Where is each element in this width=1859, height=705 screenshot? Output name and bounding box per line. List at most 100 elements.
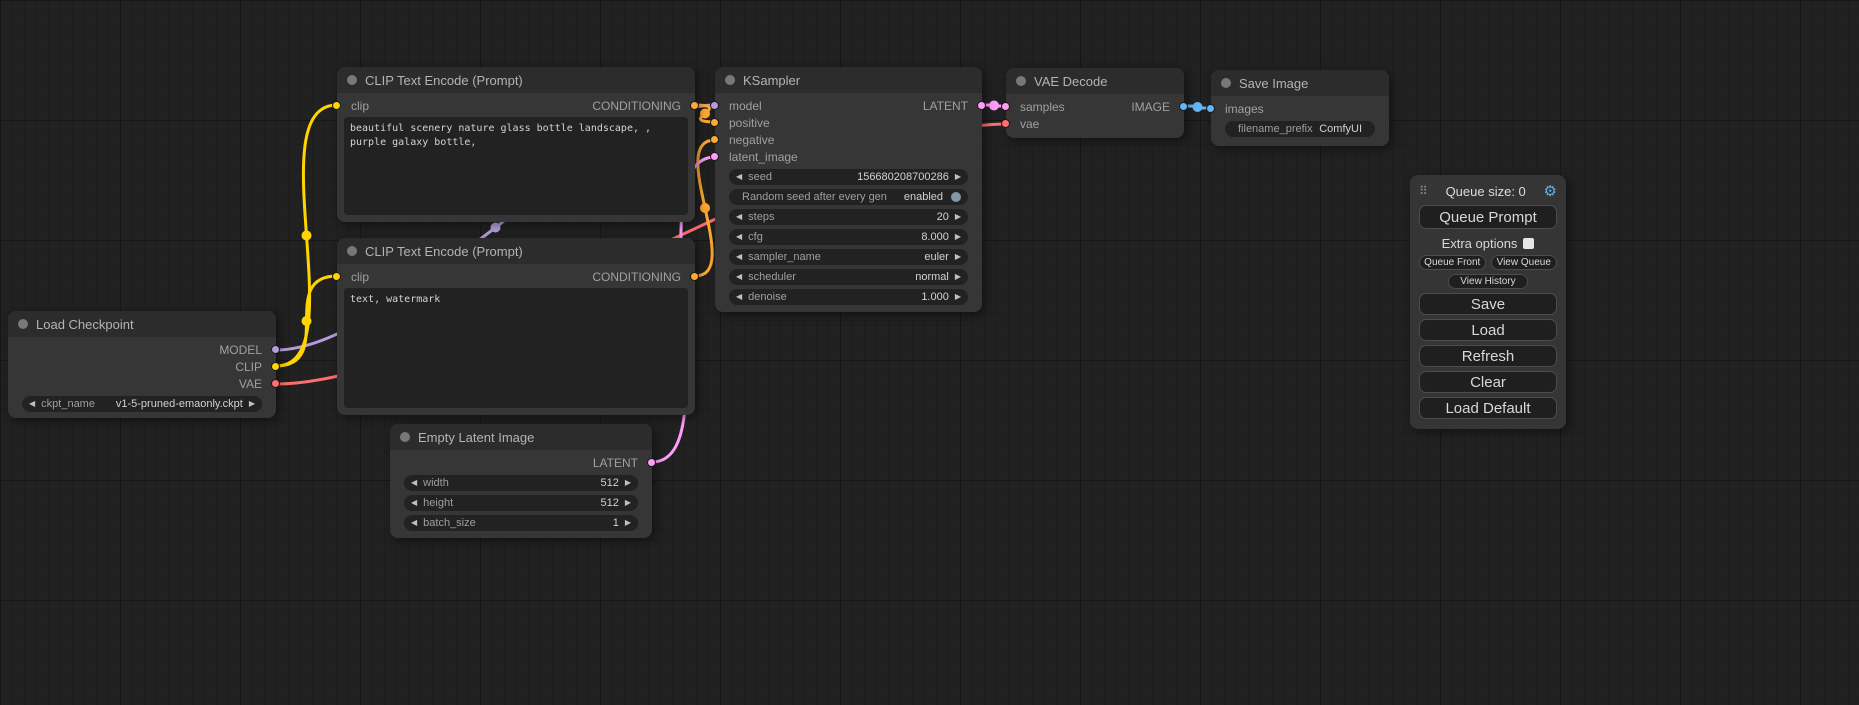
random-seed-toggle[interactable]: [951, 192, 961, 202]
decrement-arrow-icon[interactable]: ◀: [411, 499, 417, 507]
widget-value: 156680208700286: [857, 171, 949, 183]
vae-output-label: VAE: [239, 377, 262, 391]
batch-size-widget[interactable]: ◀ batch_size 1 ▶: [404, 515, 638, 531]
random-seed-widget[interactable]: Random seed after every gen enabled: [729, 189, 968, 205]
model-output-label: MODEL: [219, 343, 262, 357]
positive-input-port[interactable]: [710, 118, 719, 127]
decrement-arrow-icon[interactable]: ◀: [736, 213, 742, 221]
decrement-arrow-icon[interactable]: ◀: [411, 479, 417, 487]
samples-input-port[interactable]: [1001, 102, 1010, 111]
widget-value: 20: [937, 211, 949, 223]
increment-arrow-icon[interactable]: ▶: [955, 233, 961, 241]
model-input-port[interactable]: [710, 101, 719, 110]
load-default-button[interactable]: Load Default: [1419, 397, 1557, 419]
node-title-bar[interactable]: KSampler: [715, 67, 982, 93]
node-load-checkpoint[interactable]: Load Checkpoint MODEL CLIP VAE ◀ ckpt_na…: [8, 311, 276, 418]
increment-arrow-icon[interactable]: ▶: [955, 273, 961, 281]
node-clip-text-encode-positive[interactable]: CLIP Text Encode (Prompt) clip CONDITION…: [337, 67, 695, 222]
ckpt-name-widget[interactable]: ◀ ckpt_name v1-5-pruned-emaonly.ckpt ▶: [22, 396, 262, 412]
clear-button[interactable]: Clear: [1419, 371, 1557, 393]
node-ksampler[interactable]: KSampler model LATENT positive negative …: [715, 67, 982, 312]
seed-widget[interactable]: ◀ seed 156680208700286 ▶: [729, 169, 968, 185]
extra-options-checkbox[interactable]: [1523, 238, 1534, 249]
node-save-image[interactable]: Save Image images filename_prefix ComfyU…: [1211, 70, 1389, 146]
increment-arrow-icon[interactable]: ▶: [955, 253, 961, 261]
prompt-textarea[interactable]: beautiful scenery nature glass bottle la…: [344, 117, 688, 215]
conditioning-output-label: CONDITIONING: [592, 99, 681, 113]
decrement-arrow-icon[interactable]: ◀: [411, 519, 417, 527]
increment-arrow-icon[interactable]: ▶: [625, 479, 631, 487]
node-vae-decode[interactable]: VAE Decode samples IMAGE vae: [1006, 68, 1184, 138]
decrement-arrow-icon[interactable]: ◀: [736, 173, 742, 181]
collapse-dot[interactable]: [18, 319, 28, 329]
clip-input-port[interactable]: [332, 101, 341, 110]
view-queue-button[interactable]: View Queue: [1491, 255, 1558, 270]
height-widget[interactable]: ◀ height 512 ▶: [404, 495, 638, 511]
graph-canvas[interactable]: Load Checkpoint MODEL CLIP VAE ◀ ckpt_na…: [0, 0, 1859, 705]
clip-input-port[interactable]: [332, 272, 341, 281]
decrement-arrow-icon[interactable]: ◀: [29, 400, 35, 408]
images-input-port[interactable]: [1206, 104, 1215, 113]
widget-value: 1: [613, 517, 619, 529]
save-button[interactable]: Save: [1419, 293, 1557, 315]
decrement-arrow-icon[interactable]: ◀: [736, 253, 742, 261]
node-title-bar[interactable]: CLIP Text Encode (Prompt): [337, 238, 695, 264]
node-empty-latent-image[interactable]: Empty Latent Image LATENT ◀ width 512 ▶ …: [390, 424, 652, 538]
node-title-bar[interactable]: VAE Decode: [1006, 68, 1184, 94]
settings-gear-icon[interactable]: ⚙: [1544, 182, 1557, 200]
node-title-bar[interactable]: CLIP Text Encode (Prompt): [337, 67, 695, 93]
widget-value: normal: [915, 271, 949, 283]
width-widget[interactable]: ◀ width 512 ▶: [404, 475, 638, 491]
load-button[interactable]: Load: [1419, 319, 1557, 341]
sampler-name-widget[interactable]: ◀ sampler_name euler ▶: [729, 249, 968, 265]
conditioning-output-port[interactable]: [690, 101, 699, 110]
denoise-widget[interactable]: ◀ denoise 1.000 ▶: [729, 289, 968, 305]
decrement-arrow-icon[interactable]: ◀: [736, 233, 742, 241]
increment-arrow-icon[interactable]: ▶: [249, 400, 255, 408]
queue-prompt-button[interactable]: Queue Prompt: [1419, 205, 1557, 229]
model-output-port[interactable]: [271, 345, 280, 354]
node-clip-text-encode-negative[interactable]: CLIP Text Encode (Prompt) clip CONDITION…: [337, 238, 695, 415]
node-title-bar[interactable]: Load Checkpoint: [8, 311, 276, 337]
node-title: CLIP Text Encode (Prompt): [365, 73, 523, 88]
collapse-dot[interactable]: [347, 246, 357, 256]
menu-drag-handle-icon[interactable]: ⠿: [1419, 184, 1428, 198]
collapse-dot[interactable]: [1221, 78, 1231, 88]
increment-arrow-icon[interactable]: ▶: [625, 499, 631, 507]
increment-arrow-icon[interactable]: ▶: [625, 519, 631, 527]
collapse-dot[interactable]: [400, 432, 410, 442]
vae-output-port[interactable]: [271, 379, 280, 388]
negative-input-label: negative: [729, 133, 774, 147]
negative-input-port[interactable]: [710, 135, 719, 144]
view-history-button[interactable]: View History: [1448, 274, 1528, 289]
prompt-textarea[interactable]: text, watermark: [344, 288, 688, 408]
comfy-menu-panel: ⠿ Queue size: 0 ⚙ Queue Prompt Extra opt…: [1410, 175, 1566, 429]
decrement-arrow-icon[interactable]: ◀: [736, 273, 742, 281]
vae-input-port[interactable]: [1001, 119, 1010, 128]
collapse-dot[interactable]: [1016, 76, 1026, 86]
increment-arrow-icon[interactable]: ▶: [955, 213, 961, 221]
increment-arrow-icon[interactable]: ▶: [955, 293, 961, 301]
collapse-dot[interactable]: [725, 75, 735, 85]
latent-output-port[interactable]: [977, 101, 986, 110]
refresh-button[interactable]: Refresh: [1419, 345, 1557, 367]
latent-image-input-port[interactable]: [710, 152, 719, 161]
conditioning-output-port[interactable]: [690, 272, 699, 281]
collapse-dot[interactable]: [347, 75, 357, 85]
clip-output-port[interactable]: [271, 362, 280, 371]
steps-widget[interactable]: ◀ steps 20 ▶: [729, 209, 968, 225]
image-output-port[interactable]: [1179, 102, 1188, 111]
queue-front-button[interactable]: Queue Front: [1419, 255, 1486, 270]
vae-input-label: vae: [1020, 117, 1039, 131]
latent-output-port[interactable]: [647, 458, 656, 467]
decrement-arrow-icon[interactable]: ◀: [736, 293, 742, 301]
cfg-widget[interactable]: ◀ cfg 8.000 ▶: [729, 229, 968, 245]
filename-prefix-widget[interactable]: filename_prefix ComfyUI: [1225, 121, 1375, 137]
model-input-label: model: [729, 99, 762, 113]
node-title: Empty Latent Image: [418, 430, 534, 445]
increment-arrow-icon[interactable]: ▶: [955, 173, 961, 181]
clip-input-label: clip: [351, 99, 369, 113]
scheduler-widget[interactable]: ◀ scheduler normal ▶: [729, 269, 968, 285]
node-title-bar[interactable]: Empty Latent Image: [390, 424, 652, 450]
node-title-bar[interactable]: Save Image: [1211, 70, 1389, 96]
